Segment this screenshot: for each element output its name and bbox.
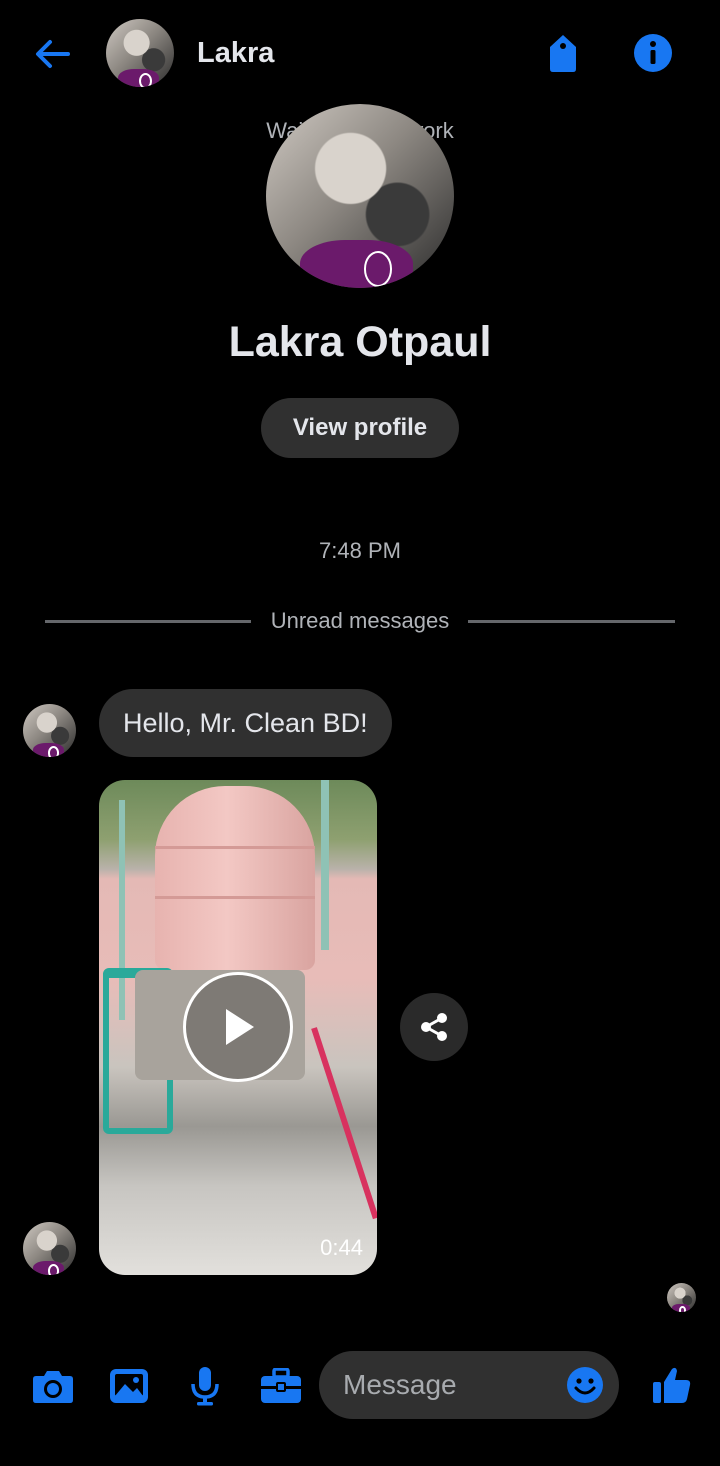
message-timestamp: 7:48 PM — [319, 538, 401, 563]
microphone-button[interactable] — [182, 1363, 228, 1409]
back-button[interactable] — [28, 30, 76, 78]
briefcase-button[interactable] — [258, 1363, 304, 1409]
camera-icon — [33, 1371, 73, 1403]
view-profile-button[interactable]: View profile — [261, 398, 459, 458]
message-input-placeholder: Message — [343, 1369, 457, 1400]
sender-avatar[interactable] — [23, 704, 76, 757]
gallery-button[interactable] — [106, 1363, 152, 1409]
video-message[interactable]: 0:44 — [99, 780, 377, 1275]
read-receipt-avatar — [667, 1283, 696, 1312]
back-arrow-icon — [36, 40, 70, 68]
view-profile-label: View profile — [292, 414, 428, 441]
play-icon — [226, 1009, 254, 1045]
profile-full-name: Lakra Otpaul — [228, 318, 492, 366]
image-icon — [110, 1369, 148, 1403]
emoji-button[interactable] — [563, 1363, 607, 1407]
unread-divider-left — [45, 620, 251, 623]
info-button[interactable] — [630, 30, 676, 76]
play-button[interactable] — [183, 972, 293, 1082]
sender-avatar[interactable] — [23, 1222, 76, 1275]
like-button[interactable] — [648, 1361, 696, 1409]
header-avatar[interactable] — [106, 19, 174, 87]
share-icon — [421, 1013, 447, 1041]
microphone-icon — [191, 1367, 219, 1406]
unread-divider-right — [468, 620, 675, 623]
message-input[interactable]: Message — [319, 1351, 619, 1419]
profile-avatar[interactable] — [266, 104, 454, 288]
info-icon — [634, 34, 672, 72]
camera-button[interactable] — [30, 1363, 76, 1409]
thumbs-up-icon — [653, 1367, 691, 1403]
unread-messages-label: Unread messages — [270, 608, 450, 633]
tag-icon — [550, 35, 576, 72]
message-bubble[interactable]: Hello, Mr. Clean BD! — [99, 689, 392, 757]
header-contact-name[interactable]: Lakra — [197, 37, 274, 70]
tag-button[interactable] — [540, 30, 586, 76]
emoji-icon — [567, 1367, 603, 1403]
message-text: Hello, Mr. Clean BD! — [123, 707, 368, 738]
briefcase-icon — [261, 1368, 301, 1403]
share-button[interactable] — [400, 993, 468, 1061]
video-duration: 0:44 — [320, 1235, 363, 1260]
